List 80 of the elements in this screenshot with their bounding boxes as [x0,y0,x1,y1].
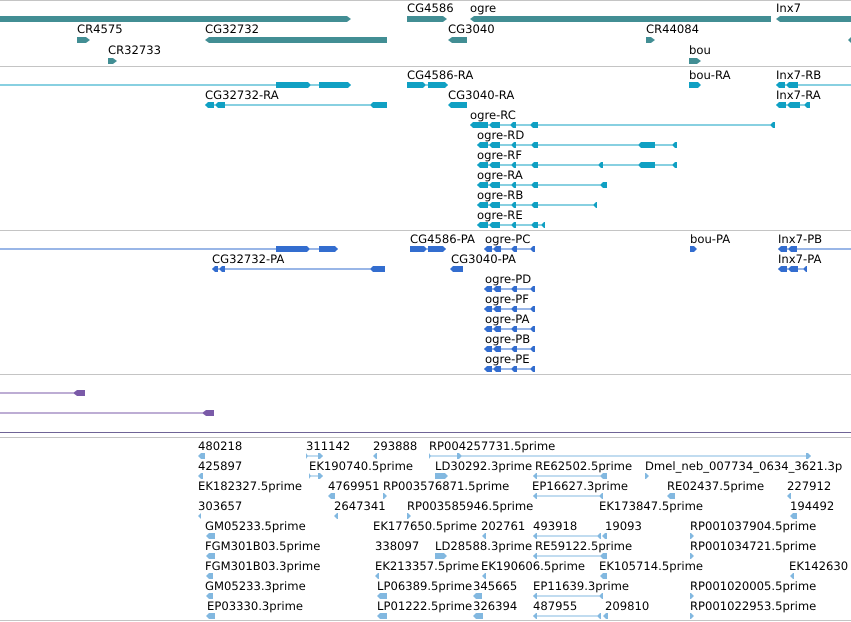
feature-label: 227912 [787,479,832,493]
feature-label: LP06389.5prime [377,579,472,593]
feature-label: ogre-RE [477,208,523,222]
feature-label: GM05233.3prime [205,579,306,593]
feature-label: RE02437.5prime [667,479,764,493]
feature-label: EK173847.5prime [599,499,704,513]
feature-label: ogre-PB [485,332,530,346]
feature-label: LP01222.5prime [377,599,472,613]
feature-label: EP16627.3prime [532,479,628,493]
feature-label: CG32732-PA [212,252,284,266]
feature-label: 19093 [605,519,642,533]
feature-label: 2647341 [334,499,386,513]
feature-label: Inx7-RA [776,88,821,102]
feature-label: Inx7 [776,1,802,15]
feature-label: CG32732 [205,22,259,36]
feature-label: EK190740.5prime [309,459,414,473]
feature-label: ogre-RA [477,168,523,182]
feature-label: FGM301B03.3prime [205,559,320,573]
feature-label: RP001022953.5prime [690,599,816,613]
feature-label: CG4586-PA [410,232,475,246]
feature-label: RP003585946.5prime [407,499,534,513]
feature-label: 338097 [375,539,420,553]
feature-label: 202761 [481,519,526,533]
feature-label: ogre-RD [477,128,524,142]
feature-label: RP003576871.5prime [383,479,510,493]
feature-label: RP004257731.5prime [429,439,556,453]
feature-label: EK213357.5prime [375,559,480,573]
feature-label: RP001037904.5prime [690,519,816,533]
feature-label: bou-RA [689,68,731,82]
feature-label: ogre [470,1,496,15]
feature-label: 311142 [306,439,350,453]
feature-label: CR4575 [77,22,123,36]
feature-label: 425897 [198,459,242,473]
feature-label: CR32733 [108,43,162,57]
feature-label: CR44084 [646,22,700,36]
feature-label: ogre-RB [477,188,524,202]
feature-label: RE62502.5prime [535,459,632,473]
feature-label: CG32732-RA [205,88,279,102]
feature-label: CG4586-RA [407,68,474,82]
feature-label: EP11639.3prime [533,579,630,593]
feature-label: CG3040-RA [448,88,514,102]
feature-label: CG3040 [448,22,495,36]
feature-label: bou-PA [690,232,730,246]
feature-label: EK182327.5prime [198,479,302,493]
feature-label: 493918 [533,519,578,533]
feature-label: 487955 [533,599,578,613]
feature-label: bou [689,43,711,57]
feature-label: LD28588.3prime [435,539,532,553]
feature-label: RE59122.5prime [535,539,632,553]
feature-label: 209810 [605,599,650,613]
feature-label: FGM301B03.5prime [205,539,320,553]
feature-label: Inx7-PA [778,252,822,266]
feature-label: EK142630 [789,559,848,573]
feature-label: ogre-PE [485,352,530,366]
feature-label: ogre-RC [470,108,516,122]
feature-label: Dmel_neb_007734_0634_3621.3p [645,459,842,473]
feature-label: 345665 [473,579,518,593]
feature-label: 194492 [790,499,834,513]
feature-label: ogre-PA [485,312,530,326]
feature-label: ogre-PD [485,272,532,286]
feature-label: CG4586 [407,1,454,15]
feature-label: RP001034721.5prime [690,539,816,553]
feature-label: ogre-RF [477,148,522,162]
feature-label: CG3040-PA [451,252,516,266]
feature-label: EK190606.5prime [481,559,586,573]
feature-label: 303657 [198,499,242,513]
feature-label: EP03330.3prime [207,599,304,613]
feature-label: 326394 [473,599,518,613]
feature-label: 293888 [373,439,418,453]
feature-label: 480218 [198,439,242,453]
feature-label: Inx7-PB [778,232,822,246]
feature-label: GM05233.5prime [205,519,306,533]
feature-label: 4769951 [328,479,380,493]
feature-label: RP001020005.5prime [690,579,816,593]
feature-label: EK105714.5prime [599,559,704,573]
feature-label: ogre-PC [485,232,530,246]
feature-label: EK177650.5prime [373,519,478,533]
feature-label: Inx7-RB [776,68,822,82]
feature-label: ogre-PF [485,292,529,306]
feature-label: LD30292.3prime [435,459,532,473]
